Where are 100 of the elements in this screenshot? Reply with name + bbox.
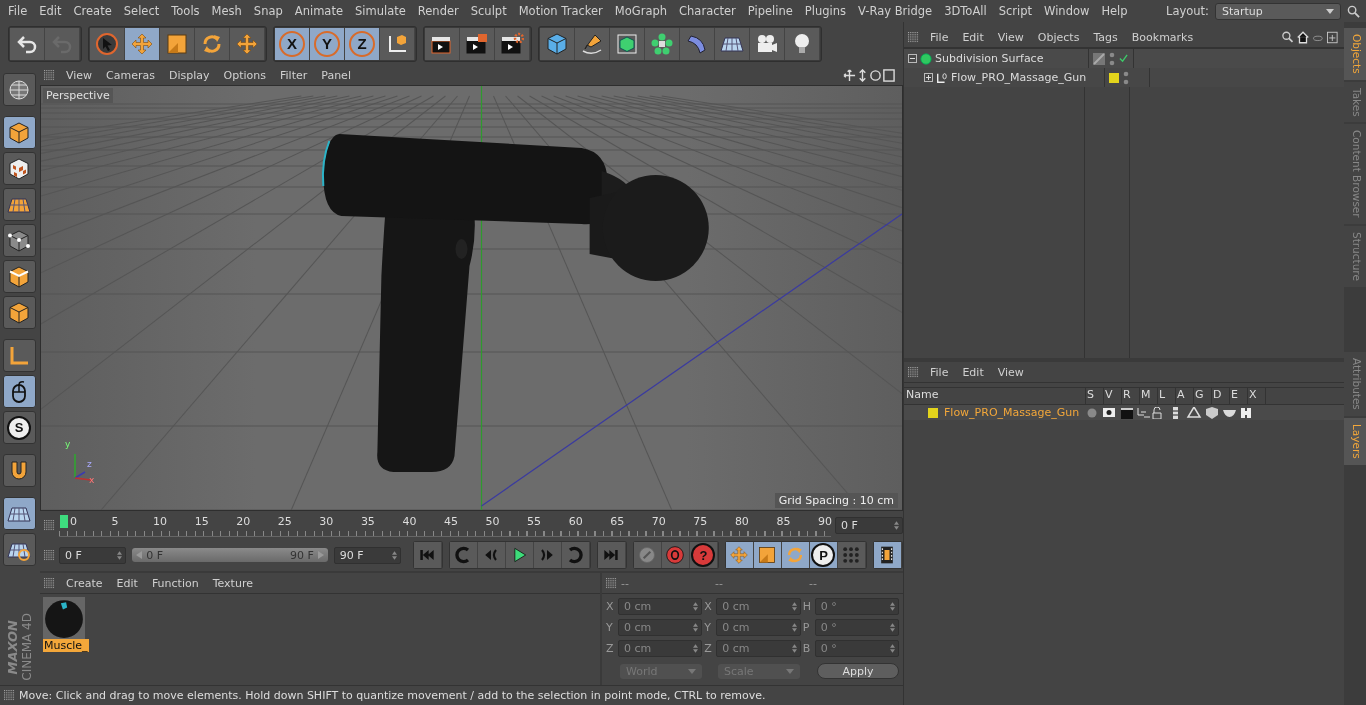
last-tool-button[interactable] xyxy=(598,542,626,568)
material-name[interactable]: Muscle_ xyxy=(43,639,89,652)
spinner-arrows-icon[interactable] xyxy=(890,602,895,611)
coordinate-field[interactable]: 0 cm xyxy=(618,598,703,615)
coordinate-field[interactable]: 0 cm xyxy=(716,598,801,615)
material-menu-item[interactable]: Function xyxy=(144,576,206,590)
menu-item[interactable]: Character xyxy=(673,4,742,18)
viewport-menu-item[interactable]: Display xyxy=(162,68,217,82)
key-off-tool-button[interactable] xyxy=(634,542,662,568)
panel-tools-icon[interactable] xyxy=(1282,30,1338,44)
letter-tool-button[interactable]: P xyxy=(810,542,838,568)
viewport-menu-item[interactable]: Filter xyxy=(273,68,315,82)
menu-item[interactable]: Mesh xyxy=(205,4,248,18)
coordinate-field[interactable]: 0 cm xyxy=(618,619,703,636)
coordinate-field[interactable]: 0 ° xyxy=(814,640,899,657)
menu-item[interactable]: Render xyxy=(411,4,465,18)
sphere-grid-tool-button[interactable] xyxy=(2,73,36,106)
menu-item[interactable]: File xyxy=(2,4,34,18)
coordinate-field[interactable]: 0 cm xyxy=(716,619,801,636)
move-tool-button[interactable] xyxy=(125,27,160,60)
dots-tool-button[interactable] xyxy=(838,542,866,568)
camera-tool-button[interactable] xyxy=(750,27,785,60)
material-menu-item[interactable]: Edit xyxy=(109,576,145,590)
menu-item[interactable]: Tools xyxy=(165,4,206,18)
menu-item[interactable]: Edit xyxy=(33,4,68,18)
menu-item[interactable]: Sculpt xyxy=(464,4,513,18)
column-header[interactable]: L xyxy=(1158,388,1176,404)
step-forward-tool-button[interactable] xyxy=(534,542,562,568)
menu-item[interactable]: Animate xyxy=(288,4,349,18)
viewport-menu-item[interactable]: Options xyxy=(216,68,273,82)
objects-menu-item[interactable]: View xyxy=(990,30,1031,44)
spinner-arrows-icon[interactable] xyxy=(890,623,895,632)
layers-menu-item[interactable]: Edit xyxy=(955,365,991,379)
coordinate-field[interactable]: 0 ° xyxy=(814,598,899,615)
render-settings-tool-button[interactable] xyxy=(495,27,530,60)
objects-menu-item[interactable]: Edit xyxy=(955,30,991,44)
step-back-tool-button[interactable] xyxy=(478,542,506,568)
rotate-tool-button[interactable] xyxy=(195,27,230,60)
material-menu-item[interactable]: Texture xyxy=(205,576,260,590)
coordinate-field[interactable]: 0 cm xyxy=(618,640,703,657)
points-tool-button[interactable] xyxy=(2,224,36,257)
menu-item[interactable]: Select xyxy=(117,4,166,18)
spinner-arrows-icon[interactable] xyxy=(791,644,797,653)
expand-toggle[interactable] xyxy=(924,73,933,82)
menu-item[interactable]: Help xyxy=(1095,4,1134,18)
menu-item[interactable]: Pipeline xyxy=(741,4,799,18)
plane-grid-tool-button[interactable] xyxy=(2,188,36,221)
collapse-toggle[interactable] xyxy=(908,54,917,63)
playhead[interactable] xyxy=(60,514,68,528)
next-key-tool-button[interactable] xyxy=(562,542,590,568)
column-header[interactable]: D xyxy=(1212,388,1230,404)
play-tool-button[interactable] xyxy=(506,542,534,568)
texture-tool-button[interactable] xyxy=(2,152,36,185)
column-header[interactable]: G xyxy=(1194,388,1212,404)
objects-menu-item[interactable]: File xyxy=(923,30,956,44)
rotate-tool-button[interactable] xyxy=(782,542,810,568)
render-view-tool-button[interactable] xyxy=(425,27,460,60)
layers-menu-item[interactable]: File xyxy=(923,365,956,379)
menu-item[interactable]: MoGraph xyxy=(608,4,674,18)
cube-tool-button[interactable] xyxy=(540,27,575,60)
scale-tool-button[interactable] xyxy=(160,27,195,60)
current-frame-field[interactable]: 0 F xyxy=(835,516,903,534)
column-header[interactable]: V xyxy=(1104,388,1122,404)
workplane-tool-button[interactable] xyxy=(2,497,36,530)
objects-menu-item[interactable]: Objects xyxy=(1030,30,1087,44)
spinner-arrows-icon[interactable] xyxy=(791,623,797,632)
select-tool-button[interactable] xyxy=(90,27,125,60)
axis-l-tool-button[interactable] xyxy=(2,339,36,372)
object-name[interactable]: Subdivision Surface xyxy=(935,52,1044,65)
spinner-arrows-icon[interactable] xyxy=(693,602,699,611)
letter-tool-button[interactable]: X xyxy=(275,27,310,60)
menu-item[interactable]: 3DToAll xyxy=(938,4,993,18)
layer-color-swatch[interactable] xyxy=(1109,72,1119,83)
start-frame-field[interactable]: 0 F xyxy=(59,546,127,564)
apply-button[interactable]: Apply xyxy=(817,663,899,679)
search-icon[interactable] xyxy=(1347,4,1360,18)
layers-menu-item[interactable]: View xyxy=(990,365,1031,379)
menu-item[interactable]: Window xyxy=(1038,4,1096,18)
viewport[interactable]: Perspective Grid Spacing : 10 cm y z x xyxy=(40,85,903,511)
menu-item[interactable]: Snap xyxy=(247,4,289,18)
visibility-dots-icon[interactable] xyxy=(1123,70,1129,85)
spinner-arrows-icon[interactable] xyxy=(117,550,123,560)
render-picture-tool-button[interactable] xyxy=(460,27,495,60)
visibility-dots-icon[interactable] xyxy=(1109,51,1115,66)
deformer-tool-button[interactable] xyxy=(680,27,715,60)
objects-menu-item[interactable]: Tags xyxy=(1086,30,1125,44)
column-header[interactable]: E xyxy=(1230,388,1248,404)
record-tool-button[interactable] xyxy=(662,542,690,568)
subdiv-tool-button[interactable] xyxy=(610,27,645,60)
edit-state-icon[interactable] xyxy=(1093,52,1105,65)
material-menu-item[interactable]: Create xyxy=(59,576,110,590)
column-header[interactable]: S xyxy=(1086,388,1104,404)
floor-tool-button[interactable] xyxy=(715,27,750,60)
panel-grip-icon[interactable] xyxy=(908,366,919,378)
menu-item[interactable]: Simulate xyxy=(349,4,412,18)
menu-item[interactable]: V-Ray Bridge xyxy=(852,4,939,18)
timeline-ruler[interactable]: 0 5 10 15 20 25 30 35 40 45 50 55 60 65 70 75 80 85 90 xyxy=(59,513,831,537)
first-tool-button[interactable] xyxy=(414,542,442,568)
letter-tool-button[interactable]: S xyxy=(2,411,36,444)
prev-key-tool-button[interactable] xyxy=(450,542,478,568)
